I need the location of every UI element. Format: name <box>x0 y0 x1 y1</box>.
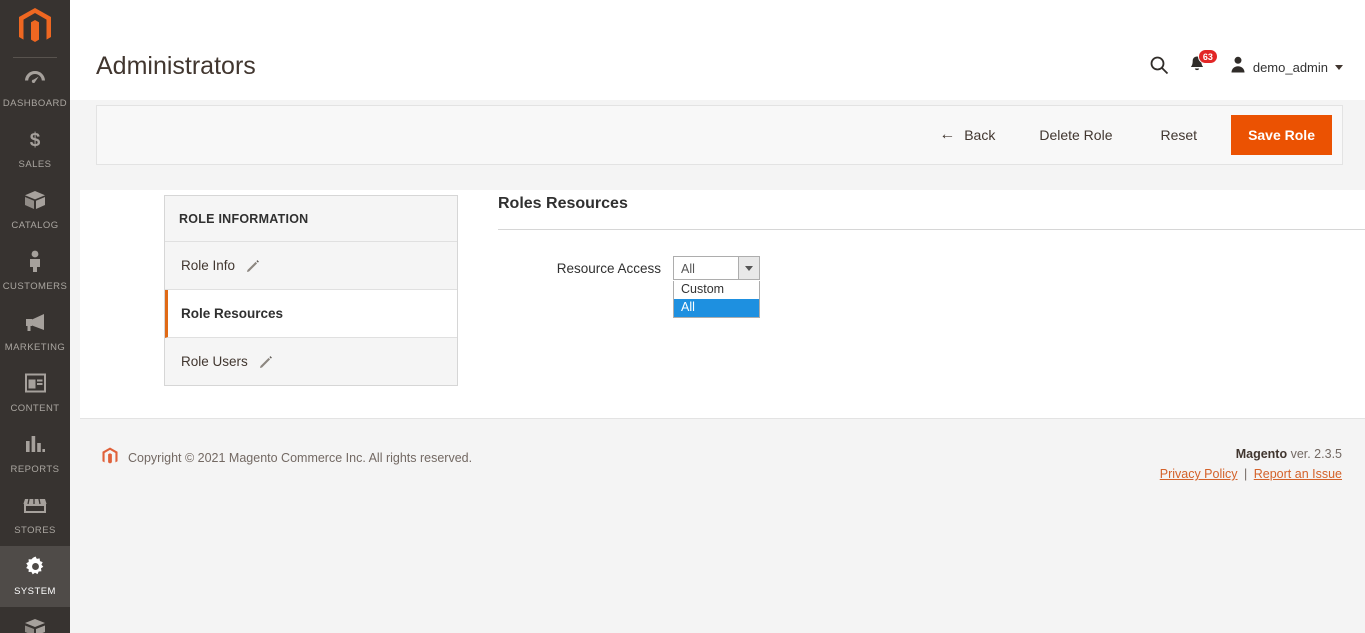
user-menu[interactable]: demo_admin <box>1230 56 1343 78</box>
sidebar-item-marketing[interactable]: Marketing <box>0 302 70 363</box>
sidebar-item-label: Marketing <box>4 342 66 353</box>
sidebar: Dashboard $ Sales Catalog <box>0 0 70 633</box>
resource-access-field-row: Resource Access All Custom All <box>498 256 1365 318</box>
back-button[interactable]: ← Back <box>919 126 1015 144</box>
option-custom[interactable]: Custom <box>674 281 759 299</box>
search-icon <box>1149 55 1169 80</box>
option-all[interactable]: All <box>674 299 759 317</box>
tab-role-info-label: Role Info <box>181 258 236 273</box>
sidebar-item-label: Content <box>10 403 60 414</box>
notification-count-badge: 63 <box>1197 49 1218 64</box>
dashboard-icon <box>2 67 68 89</box>
version-text: ver. 2.3.5 <box>1287 447 1342 461</box>
resource-access-select-wrapper: All Custom All <box>673 256 760 318</box>
sidebar-item-content[interactable]: Content <box>0 363 70 424</box>
save-role-button[interactable]: Save Role <box>1231 115 1332 155</box>
save-role-label: Save Role <box>1248 127 1315 143</box>
resource-access-label: Resource Access <box>556 261 661 276</box>
sidebar-item-label: Dashboard <box>2 98 68 109</box>
sidebar-item-find-partners-extensions[interactable]: FIND PARTNERS& EXTENSIONS <box>0 607 70 633</box>
footer-meta: Magento ver. 2.3.5 Privacy Policy | Repo… <box>1160 447 1342 481</box>
roles-resources-form: Roles Resources Resource Access All Cust… <box>498 195 1365 318</box>
sidebar-item-dashboard[interactable]: Dashboard <box>0 58 70 119</box>
role-information-panel: ROLE INFORMATION Role Info Role Resource… <box>164 195 458 386</box>
tab-role-info[interactable]: Role Info <box>165 242 457 290</box>
search-button[interactable] <box>1140 52 1178 82</box>
page-footer: Copyright © 2021 Magento Commerce Inc. A… <box>80 433 1365 503</box>
sidebar-item-label: Reports <box>10 464 60 475</box>
tab-role-resources[interactable]: Role Resources <box>165 290 457 338</box>
role-information-title: ROLE INFORMATION <box>165 196 457 242</box>
pencil-icon <box>259 355 273 369</box>
sidebar-item-reports[interactable]: Reports <box>0 424 70 485</box>
bar-chart-icon <box>2 433 68 455</box>
sidebar-item-label: Customers <box>2 281 68 292</box>
reset-label: Reset <box>1160 127 1198 143</box>
pencil-icon <box>246 259 260 273</box>
sidebar-item-label: Catalog <box>11 220 59 231</box>
chevron-down-icon <box>745 265 753 271</box>
tab-role-resources-label: Role Resources <box>181 306 284 321</box>
report-issue-link[interactable]: Report an Issue <box>1254 467 1342 481</box>
resource-access-select[interactable]: All <box>673 256 760 280</box>
sidebar-item-customers[interactable]: Customers <box>0 241 70 302</box>
copyright-block: Copyright © 2021 Magento Commerce Inc. A… <box>102 447 472 469</box>
sidebar-item-system[interactable]: System <box>0 546 70 607</box>
sidebar-item-stores[interactable]: Stores <box>0 485 70 546</box>
sidebar-item-label: Stores <box>14 525 56 536</box>
reset-button[interactable]: Reset <box>1136 127 1221 143</box>
resource-access-selected-value: All <box>681 262 695 276</box>
extension-box-icon <box>2 616 68 633</box>
magento-admin-page: Dashboard $ Sales Catalog <box>0 0 1365 633</box>
storefront-icon <box>2 494 68 516</box>
arrow-left-icon: ← <box>939 126 956 143</box>
gear-icon <box>2 555 68 577</box>
content-body: ROLE INFORMATION Role Info Role Resource… <box>80 190 1365 419</box>
chevron-down-icon <box>1335 64 1343 70</box>
delete-role-button[interactable]: Delete Role <box>1015 127 1136 143</box>
delete-role-label: Delete Role <box>1039 127 1113 143</box>
tab-role-users-label: Role Users <box>181 354 248 369</box>
page-header: Administrators 63 demo_admin <box>70 0 1365 100</box>
megaphone-icon <box>2 311 68 333</box>
select-arrow-button[interactable] <box>738 257 759 279</box>
sidebar-item-label: System <box>14 586 56 597</box>
page-actions-toolbar: ← Back Delete Role Reset Save Role <box>96 105 1343 165</box>
layout-icon <box>2 372 68 394</box>
resource-access-option-list: Custom All <box>673 281 760 318</box>
person-icon <box>2 250 68 272</box>
box-icon <box>2 189 68 211</box>
magento-logo-icon <box>102 447 118 469</box>
dollar-icon: $ <box>2 128 68 150</box>
main-area: Administrators 63 demo_admin ← Back Dele… <box>70 0 1365 633</box>
user-name-label: demo_admin <box>1252 59 1328 75</box>
footer-links: Privacy Policy | Report an Issue <box>1160 467 1342 481</box>
user-avatar-icon <box>1230 56 1246 78</box>
version-line: Magento ver. 2.3.5 <box>1160 447 1342 461</box>
tab-role-users[interactable]: Role Users <box>165 338 457 385</box>
back-button-label: Back <box>964 127 996 143</box>
sidebar-item-catalog[interactable]: Catalog <box>0 180 70 241</box>
magento-logo-icon[interactable] <box>0 0 70 48</box>
svg-text:$: $ <box>30 130 41 150</box>
roles-resources-title: Roles Resources <box>498 195 1365 230</box>
notifications-button[interactable]: 63 <box>1178 49 1218 82</box>
page-title: Administrators <box>96 52 256 80</box>
sidebar-item-sales[interactable]: $ Sales <box>0 119 70 180</box>
sidebar-item-label: Sales <box>18 159 52 170</box>
footer-link-separator: | <box>1244 467 1248 481</box>
header-actions: 63 demo_admin <box>1140 49 1343 82</box>
brand-name: Magento <box>1235 447 1288 461</box>
privacy-policy-link[interactable]: Privacy Policy <box>1160 467 1238 481</box>
copyright-text: Copyright © 2021 Magento Commerce Inc. A… <box>128 451 473 465</box>
